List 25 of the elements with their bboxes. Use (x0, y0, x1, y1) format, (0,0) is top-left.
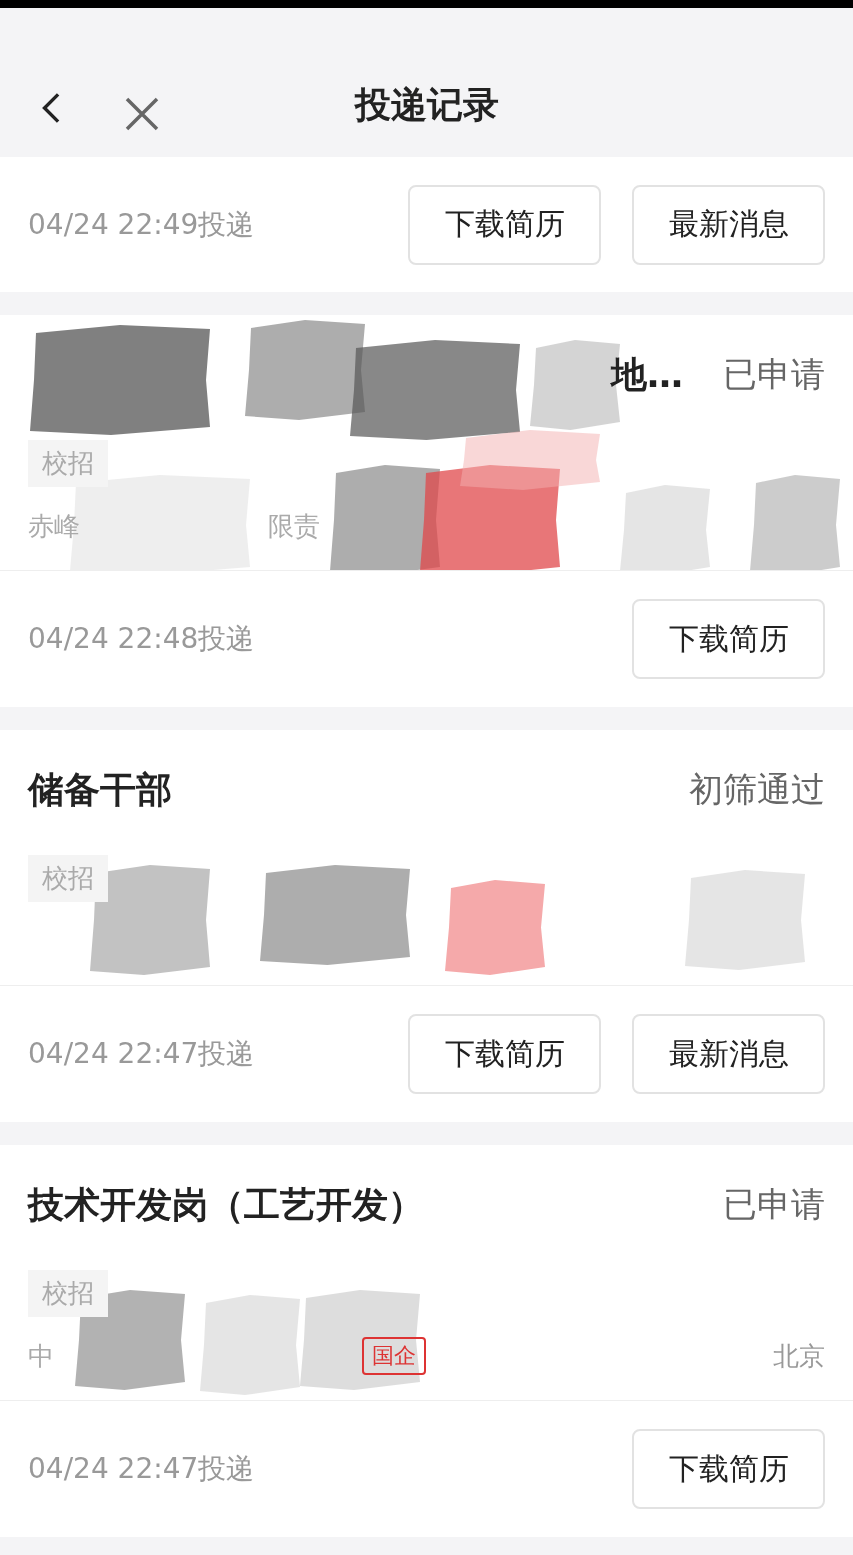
page-title: 投递记录 (354, 83, 499, 127)
action-button[interactable]: 下载简历 (408, 1014, 601, 1094)
job-location: 北京 (773, 1339, 825, 1373)
application-status: 已申请 (723, 1183, 825, 1226)
company-name: 赤峰 (28, 509, 80, 543)
company-type-badge: 国企 (362, 1337, 426, 1375)
company-name: 中 (28, 1339, 54, 1373)
job-title[interactable]: 储备干部 (28, 765, 172, 815)
application-status: 初筛通过 (689, 768, 825, 811)
submission-time: 04/24 22:47投递 (28, 1036, 255, 1072)
action-button[interactable]: 下载简历 (408, 184, 601, 265)
tag: 校招 (28, 439, 108, 487)
submission-time: 04/24 22:48投递 (28, 621, 255, 657)
job-title[interactable]: 地… (611, 350, 683, 400)
tag: 校招 (28, 1269, 108, 1317)
action-button[interactable]: 最新消息 (632, 184, 825, 265)
submission-time: 04/24 22:49投递 (28, 206, 255, 243)
tag: 校招 (28, 854, 108, 902)
action-button[interactable]: 最新消息 (632, 1014, 825, 1094)
submission-time: 04/24 22:47投递 (28, 1451, 255, 1487)
job-title[interactable]: 技术开发岗（工艺开发） (28, 1180, 424, 1230)
company-name: 限责 (268, 509, 320, 543)
action-button[interactable]: 下载简历 (632, 1429, 825, 1509)
application-status: 已申请 (723, 353, 825, 396)
action-button[interactable]: 下载简历 (632, 599, 825, 679)
